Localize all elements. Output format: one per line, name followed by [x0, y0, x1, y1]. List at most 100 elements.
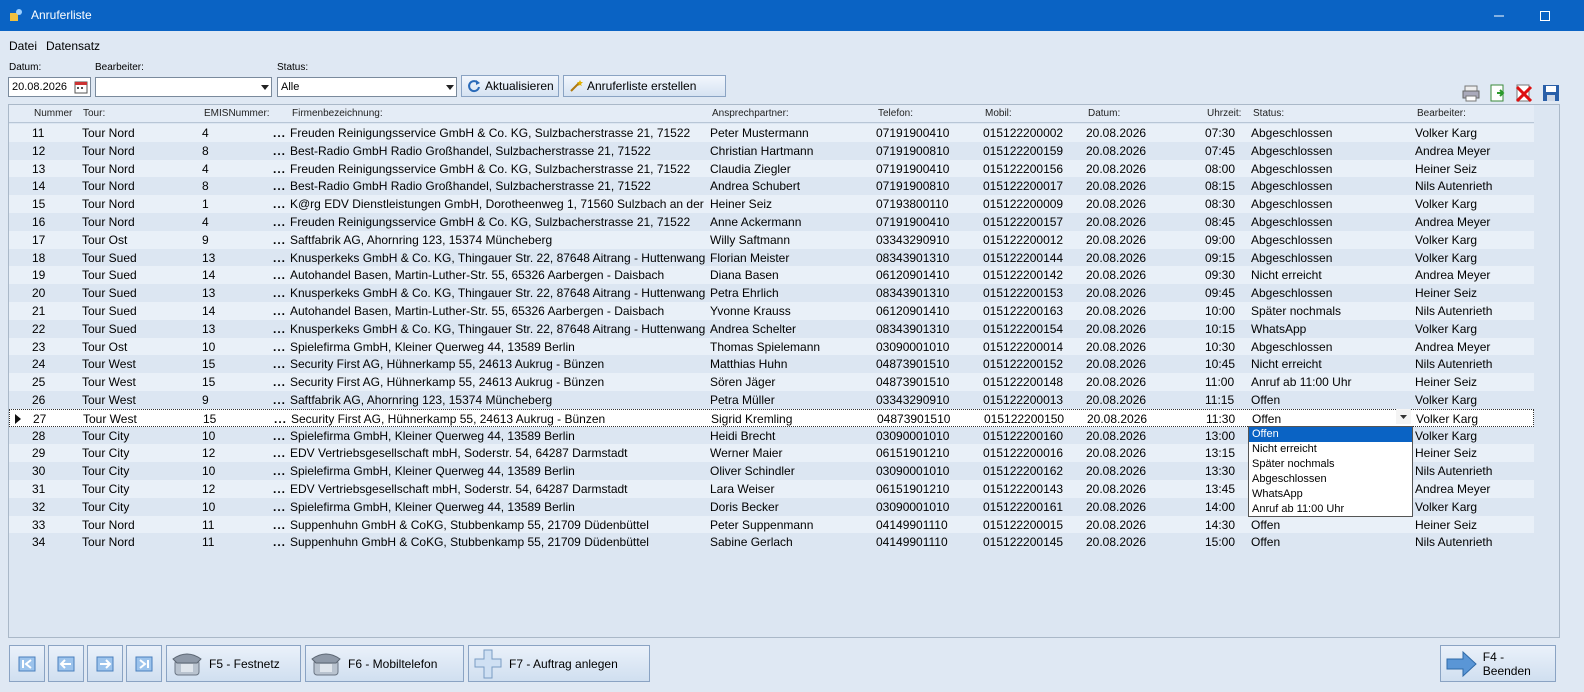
- cell-bearbeiter[interactable]: Volker Karg: [1415, 197, 1533, 211]
- cell-mobil[interactable]: 015122200002: [983, 126, 1083, 140]
- cell-ansprechpartner[interactable]: Sabine Gerlach: [710, 535, 872, 549]
- cell-mobil[interactable]: 015122200160: [983, 429, 1083, 443]
- cell-uhrzeit[interactable]: 08:15: [1205, 179, 1249, 193]
- cell-bearbeiter[interactable]: Volker Karg: [1415, 500, 1533, 514]
- cell-telefon[interactable]: 04873901510: [876, 357, 979, 371]
- cell-mobil[interactable]: 015122200143: [983, 482, 1083, 496]
- cell-uhrzeit[interactable]: 15:00: [1205, 535, 1249, 549]
- cell-datum[interactable]: 20.08.2026: [1087, 412, 1202, 426]
- cell-telefon[interactable]: 06151901210: [876, 482, 979, 496]
- cell-telefon[interactable]: 06151901210: [876, 446, 979, 460]
- cell-tour[interactable]: Tour Nord: [82, 535, 200, 549]
- cell-status[interactable]: Abgeschlossen: [1251, 215, 1411, 229]
- cell-ansprechpartner[interactable]: Peter Mustermann: [710, 126, 872, 140]
- cell-nummer[interactable]: 34: [32, 535, 80, 549]
- cell-nummer[interactable]: 25: [32, 375, 80, 389]
- cell-uhrzeit[interactable]: 11:15: [1205, 393, 1249, 407]
- cell-nummer[interactable]: 26: [32, 393, 80, 407]
- cell-firma[interactable]: Knusperkeks GmbH & Co. KG, Thingauer Str…: [290, 286, 706, 300]
- cell-status[interactable]: Abgeschlossen: [1251, 179, 1411, 193]
- cell-telefon[interactable]: 07193800110: [876, 197, 979, 211]
- cell-ansprechpartner[interactable]: Willy Saftmann: [710, 233, 872, 247]
- cell-bearbeiter[interactable]: Heiner Seiz: [1415, 162, 1533, 176]
- cell-telefon[interactable]: 04149901110: [876, 518, 979, 532]
- cell-tour[interactable]: Tour Nord: [82, 126, 200, 140]
- cell-emisnummer[interactable]: 9: [202, 393, 272, 407]
- cell-status[interactable]: Abgeschlossen: [1251, 340, 1411, 354]
- cell-status[interactable]: Nicht erreicht: [1251, 357, 1411, 371]
- cell-bearbeiter[interactable]: Nils Autenrieth: [1415, 464, 1533, 478]
- emis-lookup-button[interactable]: ...: [273, 304, 286, 318]
- cell-tour[interactable]: Tour Nord: [82, 518, 200, 532]
- cell-bearbeiter[interactable]: Andrea Meyer: [1415, 340, 1533, 354]
- cell-emisnummer[interactable]: 8: [202, 144, 272, 158]
- cell-bearbeiter[interactable]: Volker Karg: [1415, 322, 1533, 336]
- cell-emisnummer[interactable]: 11: [202, 518, 272, 532]
- cell-status[interactable]: Offen: [1251, 518, 1411, 532]
- cell-nummer[interactable]: 24: [32, 357, 80, 371]
- cell-firma[interactable]: Security First AG, Hühnerkamp 55, 24613 …: [290, 357, 706, 371]
- cell-firma[interactable]: Spielefirma GmbH, Kleiner Querweg 44, 13…: [290, 500, 706, 514]
- cell-uhrzeit[interactable]: 09:45: [1205, 286, 1249, 300]
- cell-mobil[interactable]: 015122200009: [983, 197, 1083, 211]
- cell-tour[interactable]: Tour Sued: [82, 322, 200, 336]
- cell-status[interactable]: Abgeschlossen: [1251, 233, 1411, 247]
- cell-telefon[interactable]: 07191900810: [876, 144, 979, 158]
- cell-bearbeiter[interactable]: Nils Autenrieth: [1415, 179, 1533, 193]
- cell-nummer[interactable]: 29: [32, 446, 80, 460]
- cell-bearbeiter[interactable]: Heiner Seiz: [1415, 446, 1533, 460]
- cell-emisnummer[interactable]: 13: [202, 251, 272, 265]
- cell-tour[interactable]: Tour Nord: [82, 197, 200, 211]
- dropdown-option[interactable]: WhatsApp: [1249, 487, 1412, 502]
- save-icon[interactable]: [1542, 84, 1560, 102]
- emis-lookup-button[interactable]: ...: [273, 535, 286, 549]
- menu-datei[interactable]: Datei: [9, 39, 37, 53]
- cell-tour[interactable]: Tour Ost: [82, 233, 200, 247]
- cell-ansprechpartner[interactable]: Diana Basen: [710, 268, 872, 282]
- cell-nummer[interactable]: 33: [32, 518, 80, 532]
- cell-nummer[interactable]: 23: [32, 340, 80, 354]
- col-status[interactable]: Status:: [1253, 108, 1284, 119]
- cell-status[interactable]: Offen: [1251, 393, 1411, 407]
- delete-icon[interactable]: [1515, 84, 1533, 102]
- cell-ansprechpartner[interactable]: Christian Hartmann: [710, 144, 872, 158]
- cell-firma[interactable]: Knusperkeks GmbH & Co. KG, Thingauer Str…: [290, 251, 706, 265]
- dropdown-option[interactable]: Nicht erreicht: [1249, 442, 1412, 457]
- first-record-button[interactable]: [9, 645, 45, 682]
- cell-ansprechpartner[interactable]: Matthias Huhn: [710, 357, 872, 371]
- previous-record-button[interactable]: [48, 645, 84, 682]
- printer-icon[interactable]: [1462, 84, 1480, 102]
- cell-uhrzeit[interactable]: 09:30: [1205, 268, 1249, 282]
- cell-ansprechpartner[interactable]: Oliver Schindler: [710, 464, 872, 478]
- table-row[interactable]: 22 Tour Sued 13 Knusperkeks GmbH & Co. KG, …: [9, 319, 1534, 338]
- cell-emisnummer[interactable]: 15: [202, 375, 272, 389]
- cell-telefon[interactable]: 08343901310: [876, 286, 979, 300]
- cell-mobil[interactable]: 015122200013: [983, 393, 1083, 407]
- cell-telefon[interactable]: 06120901410: [876, 304, 979, 318]
- cell-firma[interactable]: Spielefirma GmbH, Kleiner Querweg 44, 13…: [290, 464, 706, 478]
- cell-mobil[interactable]: 015122200144: [983, 251, 1083, 265]
- cell-status[interactable]: Offen: [1251, 535, 1411, 549]
- cell-telefon[interactable]: 03090001010: [876, 464, 979, 478]
- cell-firma[interactable]: Saftfabrik AG, Ahornring 123, 15374 Münc…: [290, 233, 706, 247]
- cell-firma[interactable]: Best-Radio GmbH Radio Großhandel, Sulzba…: [290, 144, 706, 158]
- cell-telefon[interactable]: 04149901110: [876, 535, 979, 549]
- cell-nummer[interactable]: 31: [32, 482, 80, 496]
- cell-tour[interactable]: Tour Sued: [82, 268, 200, 282]
- cell-datum[interactable]: 20.08.2026: [1086, 393, 1201, 407]
- cell-bearbeiter[interactable]: Andrea Meyer: [1415, 215, 1533, 229]
- cell-datum[interactable]: 20.08.2026: [1086, 482, 1201, 496]
- cell-bearbeiter[interactable]: Andrea Meyer: [1415, 144, 1533, 158]
- cell-emisnummer[interactable]: 11: [202, 535, 272, 549]
- cell-mobil[interactable]: 015122200157: [983, 215, 1083, 229]
- cell-status[interactable]: Nicht erreicht: [1251, 268, 1411, 282]
- cell-bearbeiter[interactable]: Nils Autenrieth: [1415, 535, 1533, 549]
- cell-emisnummer[interactable]: 8: [202, 179, 272, 193]
- cell-ansprechpartner[interactable]: Lara Weiser: [710, 482, 872, 496]
- beenden-button[interactable]: F4 - Beenden: [1440, 645, 1556, 682]
- cell-ansprechpartner[interactable]: Werner Maier: [710, 446, 872, 460]
- cell-mobil[interactable]: 015122200014: [983, 340, 1083, 354]
- close-window-button[interactable]: [1522, 0, 1568, 31]
- cell-mobil[interactable]: 015122200012: [983, 233, 1083, 247]
- cell-mobil[interactable]: 015122200142: [983, 268, 1083, 282]
